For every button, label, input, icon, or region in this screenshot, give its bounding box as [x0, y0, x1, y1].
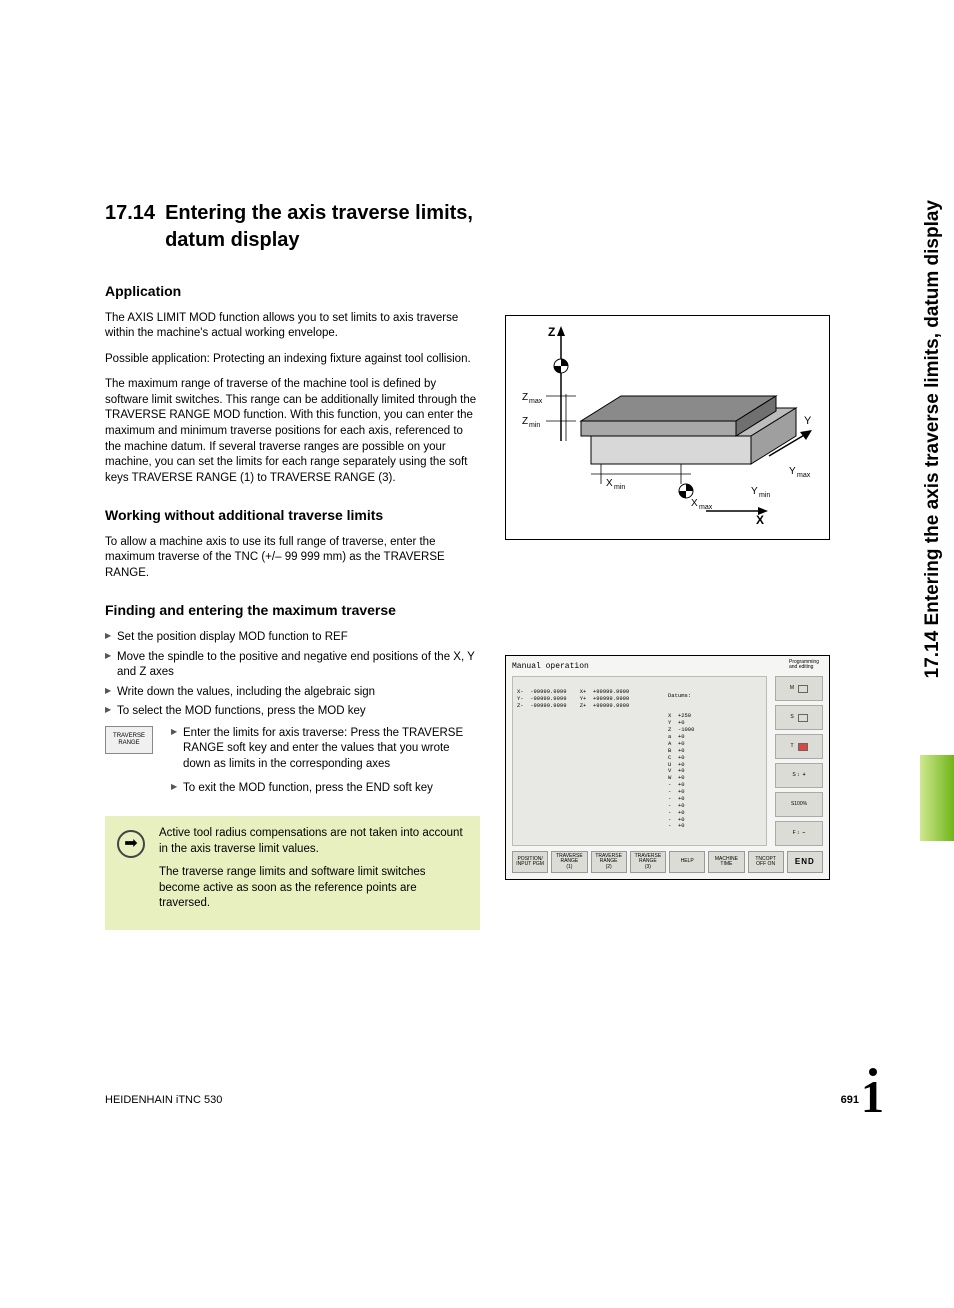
heading-finding: Finding and entering the maximum travers…	[105, 601, 480, 620]
softkey-step: To exit the MOD function, press the END …	[171, 781, 480, 797]
side-button[interactable]: T	[775, 734, 823, 759]
section-number: 17.14	[105, 200, 155, 254]
svg-text:Y: Y	[789, 466, 796, 477]
svg-text:X: X	[606, 478, 613, 489]
softkey-machine-time[interactable]: MACHINE TIME	[708, 851, 744, 873]
svg-text:Z: Z	[548, 325, 555, 339]
traverse-range-softkey: TRAVERSE RANGE	[105, 726, 153, 754]
info-icon: 1	[861, 1066, 884, 1128]
step-item: To select the MOD functions, press the M…	[105, 704, 480, 720]
softkey-label: TRAVERSE RANGE	[113, 733, 145, 746]
svg-text:max: max	[529, 398, 543, 405]
screen-mode: Programming and editing	[789, 660, 819, 670]
note-para-2: The traverse range limits and software l…	[159, 865, 468, 912]
softkey-position[interactable]: POSITION/ INPUT PGM	[512, 851, 548, 873]
svg-text:Z: Z	[522, 416, 528, 427]
side-section-title: 17.14 Entering the axis traverse limits,…	[920, 200, 946, 840]
step-item: Set the position display MOD function to…	[105, 630, 480, 646]
svg-text:max: max	[797, 472, 811, 479]
side-button[interactable]: F ↕ −	[775, 821, 823, 846]
screen-title: Manual operation	[512, 662, 589, 673]
para-4: To allow a machine axis to use its full …	[105, 535, 480, 582]
softkey-help[interactable]: HELP	[669, 851, 705, 873]
softkey-step: Enter the limits for axis traverse: Pres…	[171, 726, 480, 773]
svg-text:min: min	[614, 484, 625, 491]
page-footer: HEIDENHAIN iTNC 530 691	[105, 1093, 859, 1108]
page-number: 691	[841, 1093, 859, 1108]
para-3: The maximum range of traverse of the mac…	[105, 377, 480, 486]
heading-working: Working without additional traverse limi…	[105, 506, 480, 525]
side-button[interactable]: S ↕ +	[775, 763, 823, 788]
para-2: Possible application: Protecting an inde…	[105, 352, 480, 368]
heading-application: Application	[105, 282, 480, 301]
softkey-traverse-1[interactable]: TRAVERSE RANGE (1)	[551, 851, 587, 873]
softkey-end[interactable]: END	[787, 851, 823, 873]
note-para-1: Active tool radius compensations are not…	[159, 826, 468, 857]
svg-text:Y: Y	[751, 486, 758, 497]
svg-text:min: min	[529, 422, 540, 429]
arrow-right-icon: ➡	[117, 830, 145, 858]
softkey-tncopt[interactable]: TNCOPT OFF ON	[748, 851, 784, 873]
steps-list: Set the position display MOD function to…	[105, 630, 480, 720]
section-title-text: Entering the axis traverse limits, datum…	[165, 200, 480, 254]
para-1: The AXIS LIMIT MOD function allows you t…	[105, 311, 480, 342]
coords-readout: X- -99999.9999 X+ +99999.9999 Y- -99999.…	[517, 688, 629, 709]
step-item: Write down the values, including the alg…	[105, 685, 480, 701]
datums-label: Datums:	[668, 693, 708, 700]
svg-text:X: X	[691, 498, 698, 509]
cnc-screen: Manual operation Programming and editing…	[505, 655, 830, 880]
axis-diagram: Z X Y Zmax Zmin Xmin Xmax Ymin Ymax	[505, 315, 830, 540]
step-item: Move the spindle to the positive and neg…	[105, 650, 480, 681]
screen-side-buttons: M S T S ↕ + S100% F ↕ −	[775, 676, 823, 846]
datums-values: X +250 Y +0 Z -1000 a +0 A +0 B +0 C +0 …	[668, 713, 708, 830]
svg-text:X: X	[756, 513, 764, 527]
side-button[interactable]: S100%	[775, 792, 823, 817]
softkey-traverse-2[interactable]: TRAVERSE RANGE (2)	[591, 851, 627, 873]
section-title: 17.14 Entering the axis traverse limits,…	[105, 200, 480, 254]
footer-product: HEIDENHAIN iTNC 530	[105, 1093, 222, 1108]
screen-softkey-bar: POSITION/ INPUT PGM TRAVERSE RANGE (1) T…	[512, 851, 823, 873]
screen-main: X- -99999.9999 X+ +99999.9999 Y- -99999.…	[512, 676, 767, 846]
softkey-traverse-3[interactable]: TRAVERSE RANGE (3)	[630, 851, 666, 873]
svg-text:max: max	[699, 504, 713, 511]
side-button[interactable]: M	[775, 676, 823, 701]
note-box: ➡ Active tool radius compensations are n…	[105, 816, 480, 930]
side-button[interactable]: S	[775, 705, 823, 730]
svg-text:Z: Z	[522, 392, 528, 403]
svg-text:Y: Y	[804, 415, 812, 427]
svg-text:min: min	[759, 492, 770, 499]
